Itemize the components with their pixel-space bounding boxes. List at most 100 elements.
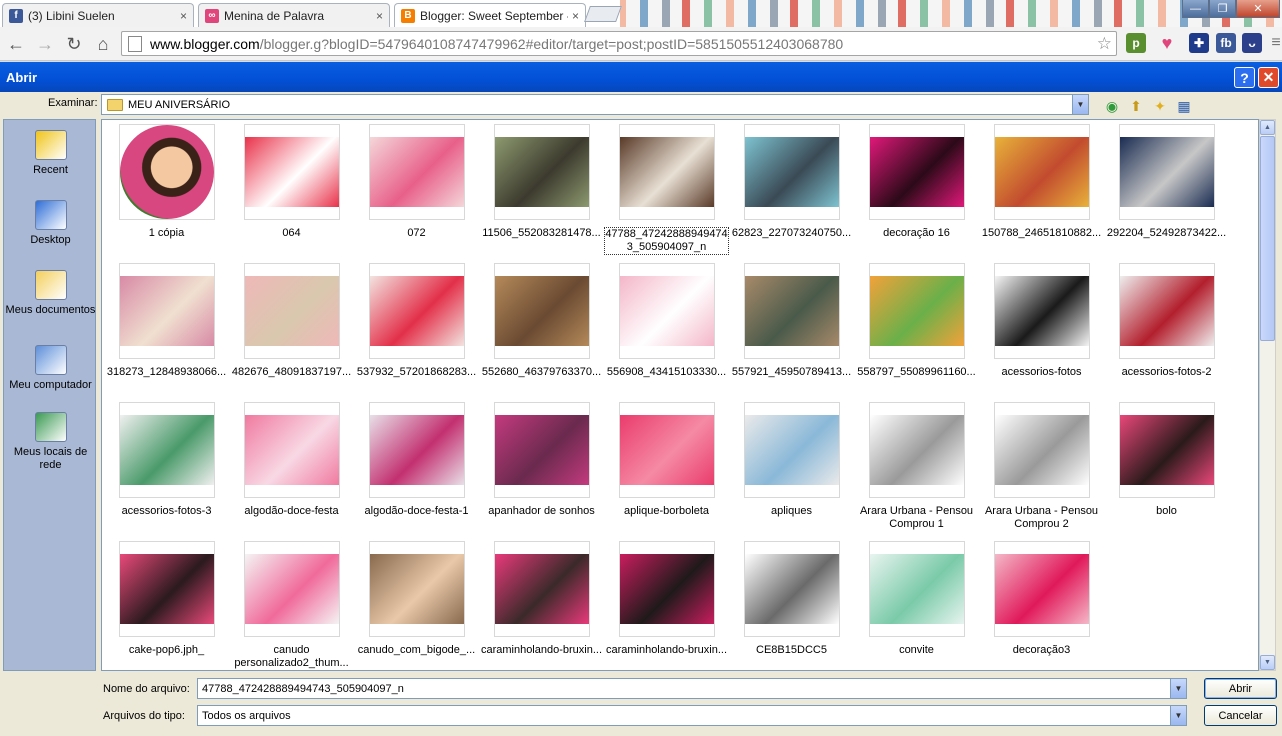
address-bar[interactable]: www.blogger.com/blogger.g?blogID=5479640… <box>121 31 1117 56</box>
forward-arrow-icon[interactable]: → <box>33 32 57 56</box>
scroll-thumb[interactable] <box>1260 136 1275 341</box>
back-arrow-icon[interactable]: ← <box>4 32 28 56</box>
place-item[interactable]: Desktop <box>4 200 97 247</box>
file-item[interactable]: 557921_45950789413... <box>729 263 854 393</box>
file-thumbnail <box>1119 263 1215 359</box>
new-folder-icon[interactable]: ✦ <box>1151 98 1169 114</box>
file-item[interactable]: Arara Urbana - Pensou Comprou 2 <box>979 402 1104 532</box>
file-item[interactable]: apliques <box>729 402 854 532</box>
file-item[interactable]: decoração3 <box>979 541 1104 670</box>
file-item[interactable]: acessorios-fotos <box>979 263 1104 393</box>
cancel-button[interactable]: Cancelar <box>1204 705 1277 726</box>
scroll-down-icon[interactable]: ▼ <box>1260 655 1275 670</box>
open-button[interactable]: Abrir <box>1204 678 1277 699</box>
file-item[interactable]: acessorios-fotos-2 <box>1104 263 1229 393</box>
close-icon[interactable]: ✕ <box>1258 67 1279 88</box>
up-folder-icon[interactable]: ⬆ <box>1127 98 1145 114</box>
file-thumbnail <box>244 402 340 498</box>
filetype-select[interactable]: Todos os arquivos ▼ <box>197 705 1187 726</box>
tab-close-icon[interactable]: × <box>180 9 187 23</box>
flag-ext-icon[interactable]: ✚ <box>1189 33 1209 53</box>
network-places-icon <box>34 412 67 442</box>
file-item[interactable]: 47788_472428889494743_505904097_n <box>604 124 729 255</box>
file-item[interactable]: 072 <box>354 124 479 254</box>
reload-icon[interactable]: ↻ <box>62 32 86 56</box>
file-item[interactable]: apanhador de sonhos <box>479 402 604 532</box>
place-label: Desktop <box>30 234 71 246</box>
home-icon[interactable]: ⌂ <box>91 32 115 56</box>
file-item[interactable]: algodão-doce-festa <box>229 402 354 532</box>
file-thumbnail <box>369 124 465 220</box>
file-item[interactable]: 1 cópia <box>104 124 229 254</box>
thumbnail-image <box>870 415 964 485</box>
file-item[interactable]: acessorios-fotos-3 <box>104 402 229 532</box>
file-item[interactable]: 558797_55089961160... <box>854 263 979 393</box>
vertical-scrollbar[interactable]: ▲ ▼ <box>1259 119 1276 671</box>
file-name: acessorios-fotos-2 <box>1121 366 1212 378</box>
file-item[interactable]: 482676_48091837197... <box>229 263 354 393</box>
new-tab-button[interactable] <box>584 6 622 22</box>
file-item[interactable]: canudo_com_bigode_... <box>354 541 479 670</box>
tab-close-icon[interactable]: × <box>376 9 383 23</box>
thumbnail-image <box>620 137 714 207</box>
file-item[interactable]: algodão-doce-festa-1 <box>354 402 479 532</box>
filename-input[interactable]: 47788_472428889494743_505904097_n ▼ <box>197 678 1187 699</box>
back-icon[interactable]: ◉ <box>1103 98 1121 114</box>
thumbnail-image <box>995 137 1089 207</box>
file-item[interactable]: caraminholando-bruxin... <box>604 541 729 670</box>
file-item[interactable]: 318273_12848938066... <box>104 263 229 393</box>
hearts-ext-icon[interactable]: ᴗ <box>1242 33 1262 53</box>
file-item[interactable]: caraminholando-bruxin... <box>479 541 604 670</box>
place-item[interactable]: Meus locais de rede <box>4 412 97 472</box>
fb-ext-icon[interactable]: fb <box>1216 33 1236 53</box>
scroll-up-icon[interactable]: ▲ <box>1260 120 1275 135</box>
thumbnail-image <box>495 137 589 207</box>
place-item[interactable]: Recent <box>4 130 97 177</box>
filetype-chevron-down-icon[interactable]: ▼ <box>1170 706 1186 725</box>
file-thumbnail <box>619 541 715 637</box>
browser-tab[interactable]: B Blogger: Sweet September - × <box>394 3 586 27</box>
file-item[interactable]: 11506_552083281478... <box>479 124 604 254</box>
maximize-button[interactable]: ❐ <box>1209 0 1236 18</box>
browser-tab[interactable]: ∞ Menina de Palavra × <box>198 3 390 27</box>
menu-icon[interactable]: ≡ <box>1266 33 1282 53</box>
close-window-button[interactable]: ✕ <box>1236 0 1280 18</box>
file-name: 292204_52492873422... <box>1106 227 1227 239</box>
tab-close-icon[interactable]: × <box>572 9 579 23</box>
file-item[interactable]: CE8B15DCC5 <box>729 541 854 670</box>
file-item[interactable]: canudo personalizado2_thum... <box>229 541 354 670</box>
file-item[interactable]: decoração 16 <box>854 124 979 254</box>
look-in-select[interactable]: MEU ANIVERSÁRIO ▼ <box>101 94 1089 115</box>
file-name: 537932_57201868283... <box>356 366 477 378</box>
facebook-icon: f <box>9 8 23 23</box>
file-item[interactable]: aplique-borboleta <box>604 402 729 532</box>
file-item[interactable]: 064 <box>229 124 354 254</box>
heart-ext-icon[interactable]: ♥ <box>1157 33 1177 53</box>
thumbnail-image <box>745 276 839 346</box>
file-item[interactable]: cake-pop6.jph_ <box>104 541 229 670</box>
file-item[interactable]: convite <box>854 541 979 670</box>
thumbnail-image <box>495 276 589 346</box>
file-item[interactable]: Arara Urbana - Pensou Comprou 1 <box>854 402 979 532</box>
bookmark-star-icon[interactable]: ☆ <box>1097 34 1112 54</box>
filename-chevron-down-icon[interactable]: ▼ <box>1170 679 1186 698</box>
view-menu-icon[interactable]: ▦ <box>1175 98 1193 114</box>
file-item[interactable]: 292204_52492873422... <box>1104 124 1229 254</box>
file-item[interactable]: 62823_227073240750... <box>729 124 854 254</box>
file-item[interactable]: bolo <box>1104 402 1229 532</box>
place-item[interactable]: Meu computador <box>4 345 97 392</box>
place-item[interactable]: Meus documentos <box>4 270 97 317</box>
file-item[interactable]: 150788_24651810882... <box>979 124 1104 254</box>
file-item[interactable]: 552680_46379763370... <box>479 263 604 393</box>
browser-tab[interactable]: f (3) Libini Suelen × <box>2 3 194 27</box>
help-icon[interactable]: ? <box>1234 67 1255 88</box>
bow-icon: ∞ <box>205 8 219 23</box>
thumbnail-image <box>1120 137 1214 207</box>
minimize-button[interactable]: — <box>1182 0 1209 18</box>
chevron-down-icon[interactable]: ▼ <box>1072 95 1088 114</box>
file-item[interactable]: 556908_43415103330... <box>604 263 729 393</box>
file-thumbnail <box>494 402 590 498</box>
file-item[interactable]: 537932_57201868283... <box>354 263 479 393</box>
file-thumbnail <box>494 124 590 220</box>
pinterest-ext-icon[interactable]: p <box>1126 33 1146 53</box>
